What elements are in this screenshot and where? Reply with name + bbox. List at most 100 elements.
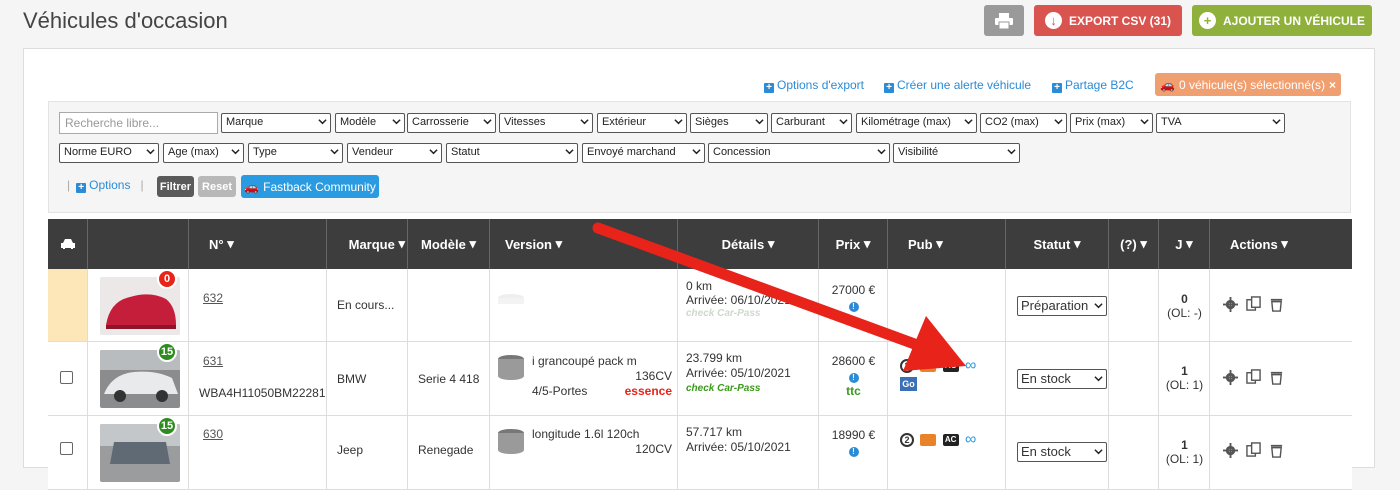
column-header-brand[interactable]: Marque ▾: [327, 219, 408, 269]
number-cell: 630: [189, 416, 327, 489]
filter-exterior[interactable]: Extérieur: [597, 113, 687, 133]
photo-count-badge: 15: [157, 416, 177, 436]
number-cell: 631 WBA4H11050BM22281: [189, 342, 327, 415]
filter-brand[interactable]: Marque: [221, 113, 331, 133]
filter-seller[interactable]: Vendeur: [347, 143, 442, 163]
row-checkbox[interactable]: [60, 371, 73, 384]
table-row[interactable]: 15 631 WBA4H11050BM22281 BMW Serie 4 418…: [48, 342, 1352, 416]
chevron-down-icon: [231, 149, 240, 155]
filter-body[interactable]: Carrosserie: [407, 113, 496, 133]
portal-ac-icon[interactable]: AC: [942, 359, 959, 372]
header-label: Version: [505, 236, 552, 252]
print-button[interactable]: [984, 5, 1024, 36]
vin-text: WBA4H11050BM22281: [199, 386, 326, 400]
status-value: En stock: [1021, 371, 1071, 386]
export-options-label: Options d'export: [777, 78, 865, 92]
selected-vehicles-badge[interactable]: 🚗 0 véhicule(s) sélectionné(s) ×: [1155, 73, 1341, 96]
fastback-community-button[interactable]: 🚗 Fastback Community: [241, 175, 379, 198]
column-header-details[interactable]: Détails ▾: [678, 219, 819, 269]
filter-visibility[interactable]: Visibilité: [893, 143, 1020, 163]
filter-price[interactable]: Prix (max): [1070, 113, 1153, 133]
column-header-price[interactable]: Prix ▾: [819, 219, 888, 269]
header-label: Pub: [908, 236, 933, 252]
column-header-pub[interactable]: Pub ▾: [888, 219, 1006, 269]
portal-go-icon[interactable]: Go: [900, 376, 917, 391]
close-icon[interactable]: ×: [1329, 78, 1336, 92]
details-cell: 57.717 km Arrivée: 05/10/2021: [678, 416, 819, 489]
column-header-help[interactable]: (?) ▾: [1109, 219, 1159, 269]
portal-car-icon[interactable]: [920, 359, 937, 372]
column-header-status[interactable]: Statut ▾: [1006, 219, 1109, 269]
vehicle-number-link[interactable]: 630: [203, 427, 223, 441]
portal-car-icon[interactable]: [920, 433, 937, 446]
filter-model[interactable]: Modèle: [335, 113, 405, 133]
brand-cell: Jeep: [327, 416, 408, 489]
search-input[interactable]: Recherche libre...: [59, 112, 218, 134]
chevron-down-icon: [1094, 303, 1103, 309]
filter-fuel[interactable]: Carburant: [771, 113, 852, 133]
filter-mileage[interactable]: Kilométrage (max): [856, 113, 977, 133]
vehicle-number-link[interactable]: 631: [203, 354, 223, 368]
photo-cell[interactable]: 0: [88, 269, 189, 341]
model-cell: Renegade: [408, 416, 490, 489]
create-alert-link[interactable]: + Créer une alerte véhicule: [884, 78, 1031, 93]
column-header-actions[interactable]: Actions ▾: [1210, 219, 1352, 269]
filter-co2[interactable]: CO2 (max): [980, 113, 1067, 133]
copy-icon[interactable]: [1246, 442, 1261, 457]
chevron-down-icon: [839, 119, 848, 125]
status-select[interactable]: En stock: [1017, 442, 1107, 462]
portal-2ememain-icon[interactable]: 2: [900, 358, 914, 373]
gear-icon[interactable]: [1223, 297, 1238, 312]
filter-age[interactable]: Age (max): [163, 143, 244, 163]
trash-icon[interactable]: [1269, 370, 1284, 385]
row-checkbox[interactable]: [60, 442, 73, 455]
filter-euro-norm[interactable]: Norme EURO: [59, 143, 159, 163]
column-header-number[interactable]: N° ▾: [189, 219, 327, 269]
column-header-version[interactable]: Version ▾: [490, 219, 678, 269]
filter-label: Vitesses: [504, 116, 546, 128]
portal-infinity-icon[interactable]: ∞: [965, 357, 976, 373]
filter-dealership[interactable]: Concession: [708, 143, 890, 163]
header-label: Marque: [348, 236, 395, 252]
vehicle-number-link[interactable]: 632: [203, 291, 223, 305]
filter-seats[interactable]: Sièges: [690, 113, 768, 133]
reset-button[interactable]: Reset: [198, 176, 236, 197]
car-icon: [60, 239, 75, 249]
export-csv-button[interactable]: ↓ EXPORT CSV (31): [1034, 5, 1182, 36]
actions-cell: [1210, 269, 1352, 341]
photo-cell[interactable]: 15: [88, 342, 189, 415]
table-row[interactable]: 15 630 Jeep Renegade longitude 1.6l 120c…: [48, 416, 1352, 490]
ttc-label: ttc: [846, 313, 861, 327]
filter-gearbox[interactable]: Vitesses: [499, 113, 593, 133]
copy-icon[interactable]: [1246, 296, 1261, 311]
status-cell: Préparation: [1006, 269, 1109, 341]
share-b2c-link[interactable]: + Partage B2C: [1052, 78, 1134, 93]
table-row[interactable]: 0 632 En cours... 0 km Arrivée: 06/10/20…: [48, 269, 1352, 342]
gear-icon[interactable]: [1223, 370, 1238, 385]
photo-cell[interactable]: 15: [88, 416, 189, 489]
export-options-link[interactable]: + Options d'export: [764, 78, 864, 93]
add-vehicle-button[interactable]: + AJOUTER UN VÉHICULE: [1192, 5, 1372, 36]
chevron-down-icon: [580, 119, 589, 125]
info-icon[interactable]: !: [848, 373, 859, 383]
column-header-days[interactable]: J ▾: [1159, 219, 1210, 269]
portal-ac-icon[interactable]: AC: [942, 433, 959, 446]
status-select[interactable]: En stock: [1017, 369, 1107, 389]
caret-down-icon: ▾: [227, 236, 234, 251]
copy-icon[interactable]: [1246, 369, 1261, 384]
page-title: Véhicules d'occasion: [23, 8, 228, 33]
filter-sent-dealer[interactable]: Envoyé marchand: [582, 143, 705, 163]
filter-status[interactable]: Statut: [446, 143, 578, 163]
portal-infinity-icon[interactable]: ∞: [965, 431, 976, 447]
status-select[interactable]: Préparation: [1017, 296, 1107, 316]
column-header-model[interactable]: Modèle ▾: [408, 219, 490, 269]
filter-vat[interactable]: TVA: [1156, 113, 1285, 133]
brand-text: En cours...: [337, 298, 395, 312]
filter-button[interactable]: Filtrer: [157, 176, 194, 197]
portal-2ememain-icon[interactable]: 2: [900, 432, 914, 447]
info-icon[interactable]: !: [848, 302, 859, 312]
trash-icon[interactable]: [1269, 297, 1284, 312]
plus-icon: +: [884, 83, 894, 93]
options-toggle[interactable]: | + Options |: [67, 178, 144, 193]
filter-type[interactable]: Type: [248, 143, 343, 163]
